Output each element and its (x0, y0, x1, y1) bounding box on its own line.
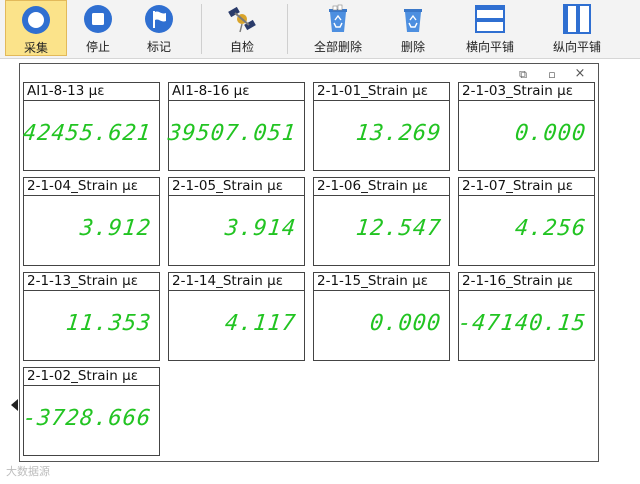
tile-vertical-label: 纵向平铺 (552, 40, 601, 54)
satellite-icon (228, 6, 256, 33)
stop-icon (84, 5, 112, 33)
stop-label: 停止 (85, 40, 110, 54)
watermark: 大数据源 (6, 465, 50, 478)
tile-vertical-icon (563, 4, 591, 34)
channel-tile[interactable]: 2-1-05_Strain με 3.914 (168, 177, 305, 266)
channel-title: 2-1-07_Strain με (459, 178, 594, 196)
channel-tile[interactable]: 2-1-03_Strain με 0.000 (458, 82, 595, 171)
self-check-button[interactable]: 自检 (214, 0, 270, 56)
restore-window-icon[interactable]: ⧉ (516, 68, 530, 82)
stop-button[interactable]: 停止 (70, 0, 126, 56)
collapse-arrow-icon[interactable] (11, 399, 18, 411)
channel-tile[interactable]: 2-1-06_Strain με 12.547 (313, 177, 450, 266)
channel-tile[interactable]: AI1-8-13 με 42455.621 (21, 82, 160, 171)
channel-title: AI1-8-16 με (169, 83, 304, 101)
channel-tile[interactable]: AI1-8-16 με 39507.051 (166, 82, 305, 171)
record-circle-icon (22, 6, 50, 34)
channel-title: 2-1-16_Strain με (459, 273, 594, 291)
channel-value: -3728.666 (21, 406, 153, 431)
channel-value: 0.000 (368, 311, 443, 336)
channel-value: 11.353 (64, 311, 153, 336)
toolbar: 采集 停止 标记 自检 全部删除 删除 横向平铺 纵向平铺 (0, 0, 640, 59)
tile-horizontal-label: 横向平铺 (465, 40, 514, 54)
channel-value: -47140.15 (456, 311, 588, 336)
tile-vertical-button[interactable]: 纵向平铺 (542, 0, 612, 56)
channel-value: 3.914 (223, 216, 298, 241)
channel-value: 4.117 (223, 311, 298, 336)
delete-all-label: 全部删除 (313, 40, 362, 54)
channel-tile[interactable]: 2-1-16_Strain με -47140.15 (456, 272, 595, 361)
channel-title: 2-1-05_Strain με (169, 178, 304, 196)
tile-horizontal-button[interactable]: 横向平铺 (455, 0, 525, 56)
channel-value: 42455.621 (21, 121, 153, 146)
channel-value: 13.269 (354, 121, 443, 146)
channel-title: 2-1-04_Strain με (24, 178, 159, 196)
delete-button[interactable]: 删除 (387, 0, 439, 56)
close-window-icon[interactable]: × (573, 66, 587, 81)
channel-tile[interactable]: 2-1-02_Strain με -3728.666 (21, 367, 160, 456)
channel-tile[interactable]: 2-1-07_Strain με 4.256 (458, 177, 595, 266)
channel-title: 2-1-02_Strain με (24, 368, 159, 386)
flag-icon (145, 5, 173, 33)
channel-tile[interactable]: 2-1-04_Strain με 3.912 (23, 177, 160, 266)
recycle-bin-icon (404, 9, 422, 32)
mark-button[interactable]: 标记 (131, 0, 187, 56)
channel-tile[interactable]: 2-1-14_Strain με 4.117 (168, 272, 305, 361)
channel-title: 2-1-06_Strain με (314, 178, 449, 196)
channel-title: 2-1-01_Strain με (314, 83, 449, 101)
delete-all-button[interactable]: 全部删除 (302, 0, 374, 56)
collect-label: 采集 (23, 41, 48, 55)
self-check-label: 自检 (229, 40, 254, 54)
channel-tile[interactable]: 2-1-15_Strain με 0.000 (313, 272, 450, 361)
channel-value: 0.000 (513, 121, 588, 146)
channel-title: 2-1-13_Strain με (24, 273, 159, 291)
toolbar-separator (287, 4, 288, 54)
channel-value: 12.547 (354, 216, 443, 241)
mark-label: 标记 (146, 40, 171, 54)
channel-tile[interactable]: 2-1-13_Strain με 11.353 (23, 272, 160, 361)
collect-button[interactable]: 采集 (5, 0, 67, 56)
channel-value: 3.912 (78, 216, 153, 241)
minimize-window-icon[interactable]: ▫ (545, 68, 559, 81)
delete-label: 删除 (400, 40, 425, 54)
channel-value: 4.256 (513, 216, 588, 241)
channel-value: 39507.051 (166, 121, 298, 146)
channel-title: 2-1-03_Strain με (459, 83, 594, 101)
channel-tile[interactable]: 2-1-01_Strain με 13.269 (313, 82, 450, 171)
toolbar-separator (201, 4, 202, 54)
tile-horizontal-icon (475, 5, 505, 33)
recycle-bin-full-icon (329, 4, 347, 32)
channel-title: 2-1-14_Strain με (169, 273, 304, 291)
channel-title: AI1-8-13 με (24, 83, 159, 101)
channel-title: 2-1-15_Strain με (314, 273, 449, 291)
